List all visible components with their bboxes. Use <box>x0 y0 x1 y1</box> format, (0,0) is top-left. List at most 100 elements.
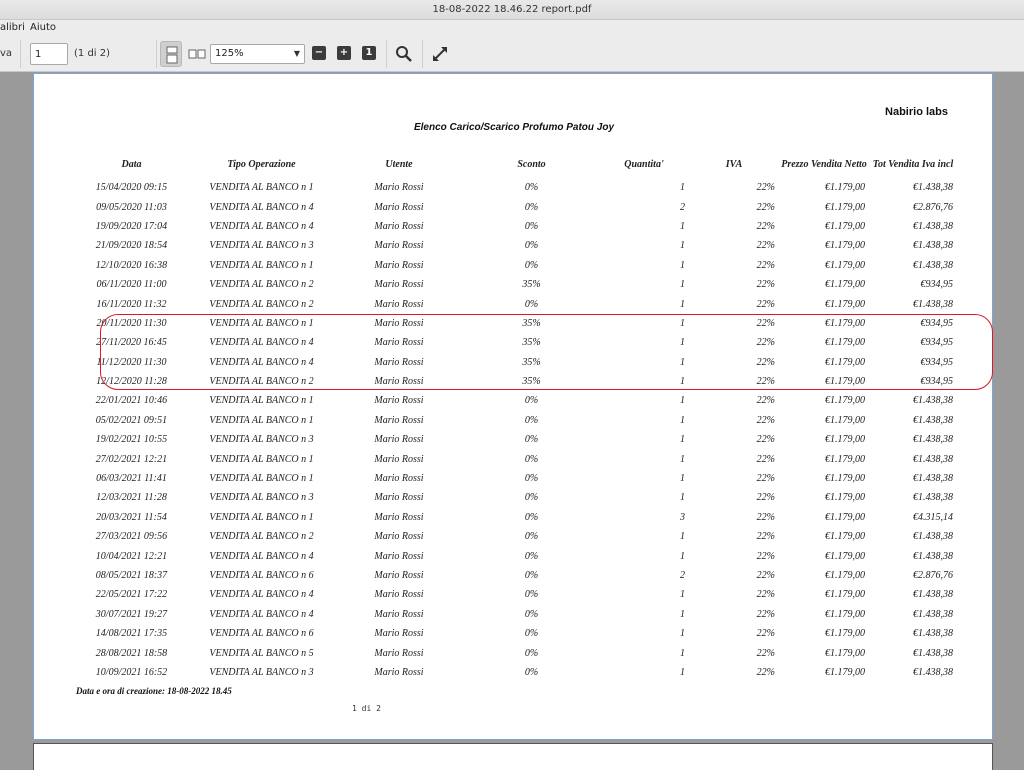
table-cell: 20/03/2021 11:54 <box>96 511 167 523</box>
table-header-row: Data Tipo Operazione Utente Sconto Quant… <box>74 152 957 178</box>
zoom-select[interactable]: 125% ▼ <box>210 44 305 64</box>
table-cell: €1.438,38 <box>913 647 953 659</box>
table-cell: Mario Rossi <box>374 666 424 678</box>
table-cell: 22% <box>756 259 775 271</box>
table-cell: Mario Rossi <box>374 589 424 601</box>
fullscreen-button[interactable] <box>430 44 450 64</box>
zoom-out-button[interactable]: − <box>312 46 326 60</box>
table-cell: Mario Rossi <box>374 414 424 426</box>
table-cell: 1 <box>680 240 685 252</box>
continuous-view-button[interactable] <box>160 41 182 67</box>
table-row: 28/08/2021 18:58 VENDITA AL BANCO n 5 Mari… <box>74 643 957 662</box>
window-title: 18-08-2022 18.46.22 report.pdf <box>432 4 592 15</box>
table-cell: €1.438,38 <box>913 298 953 310</box>
table-cell: 09/05/2020 11:03 <box>96 201 167 213</box>
table-cell: €1.438,38 <box>913 220 953 232</box>
zoom-value: 125% <box>215 48 244 59</box>
highlight-annotation <box>100 314 993 390</box>
table-cell: €1.179,00 <box>825 395 865 407</box>
table-cell: 0% <box>524 473 539 485</box>
table-cell: 0% <box>524 511 539 523</box>
table-cell: 22% <box>756 589 775 601</box>
table-cell: 1 <box>680 666 685 678</box>
page-count-label: (1 di 2) <box>74 48 111 59</box>
table-cell: 22% <box>756 647 775 659</box>
table-cell: Mario Rossi <box>374 511 424 523</box>
table-row: 27/02/2021 12:21 VENDITA AL BANCO n 1 Mari… <box>74 449 957 468</box>
column-header: Tot Vendita Iva incl <box>872 159 954 170</box>
table-cell: 0% <box>524 182 539 194</box>
page-number: 1 di 2 <box>352 704 381 713</box>
table-cell: €1.438,38 <box>913 259 953 271</box>
table-row: 16/11/2020 11:32 VENDITA AL BANCO n 2 Mari… <box>74 294 957 313</box>
document-viewer[interactable]: Nabirio labs Elenco Carico/Scarico Profu… <box>0 73 1024 770</box>
toolbar-separator <box>386 40 387 68</box>
table-row: 09/05/2020 11:03 VENDITA AL BANCO n 4 Mari… <box>74 197 957 216</box>
table-cell: 0% <box>524 570 539 581</box>
table-cell: €1.179,00 <box>825 453 865 465</box>
dual-page-icon <box>188 49 206 59</box>
table-cell: VENDITA AL BANCO n 6 <box>209 570 314 581</box>
table-cell: 1 <box>680 453 685 465</box>
table-cell: 22% <box>756 550 775 562</box>
table-cell: Mario Rossi <box>374 492 424 504</box>
table-cell: VENDITA AL BANCO n 1 <box>209 453 314 465</box>
toolbar-separator <box>156 40 157 68</box>
table-cell: €1.179,00 <box>825 240 865 252</box>
table-cell: €1.179,00 <box>825 414 865 426</box>
table-cell: 22% <box>756 492 775 504</box>
table-cell: VENDITA AL BANCO n 1 <box>209 473 314 485</box>
chevron-down-icon: ▼ <box>293 49 300 58</box>
table-cell: VENDITA AL BANCO n 4 <box>209 201 314 213</box>
table-cell: VENDITA AL BANCO n 3 <box>209 492 314 504</box>
table-cell: 27/03/2021 09:56 <box>95 531 168 543</box>
table-cell: €1.438,38 <box>913 666 953 678</box>
table-cell: VENDITA AL BANCO n 1 <box>209 511 314 523</box>
table-cell: €1.438,38 <box>913 608 953 620</box>
search-button[interactable] <box>394 44 414 64</box>
table-cell: 1 <box>680 608 685 620</box>
table-cell: 0% <box>524 589 539 601</box>
menu-item-libri[interactable]: alibri <box>0 22 25 33</box>
table-cell: 1 <box>680 220 685 232</box>
table-row: 19/09/2020 17:04 VENDITA AL BANCO n 4 Mari… <box>74 217 957 236</box>
table-cell: 0% <box>524 201 539 213</box>
table-cell: 0% <box>524 647 539 659</box>
column-header: Data <box>121 159 142 170</box>
table-cell: €1.438,38 <box>913 589 953 601</box>
table-cell: 12/03/2021 11:28 <box>96 492 167 504</box>
toolbar-separator <box>422 40 423 68</box>
table-cell: €1.179,00 <box>825 666 865 678</box>
table-row: 08/05/2021 18:37 VENDITA AL BANCO n 6 Mari… <box>74 566 957 585</box>
report-title: Elenco Carico/Scarico Profumo Patou Joy <box>413 122 615 133</box>
table-cell: Mario Rossi <box>374 453 424 465</box>
toolbar-cut-label[interactable]: va <box>0 48 12 59</box>
table-cell: 27/02/2021 12:21 <box>95 453 168 465</box>
table-cell: 0% <box>524 220 539 232</box>
menu-item-aiuto[interactable]: Aiuto <box>30 22 56 33</box>
table-cell: Mario Rossi <box>374 279 424 291</box>
table-row: 12/03/2021 11:28 VENDITA AL BANCO n 3 Mari… <box>74 488 957 507</box>
actual-size-button[interactable]: 1 <box>362 46 376 60</box>
table-cell: 30/07/2021 19:27 <box>95 608 168 620</box>
page-number-input[interactable] <box>30 43 68 65</box>
table-cell: VENDITA AL BANCO n 4 <box>209 589 314 601</box>
table-cell: 1 <box>680 550 685 562</box>
table-cell: €1.179,00 <box>825 220 865 232</box>
table-cell: 22/05/2021 17:22 <box>95 589 168 601</box>
table-row: 06/11/2020 11:00 VENDITA AL BANCO n 2 Mari… <box>74 275 957 294</box>
table-cell: Mario Rossi <box>374 608 424 620</box>
zoom-in-button[interactable]: + <box>337 46 351 60</box>
dual-page-view-button[interactable] <box>186 41 208 67</box>
table-cell: 12/10/2020 16:38 <box>95 259 168 271</box>
table-cell: 22% <box>756 240 775 252</box>
table-cell: 22% <box>756 511 775 523</box>
table-cell: 0% <box>524 434 539 446</box>
table-row: 19/02/2021 10:55 VENDITA AL BANCO n 3 Mari… <box>74 430 957 449</box>
table-cell: 22% <box>756 531 775 543</box>
table-cell: 21/09/2020 18:54 <box>95 240 168 252</box>
table-cell: 28/08/2021 18:58 <box>95 647 168 659</box>
menu-bar: alibri Aiuto <box>0 20 1024 36</box>
table-cell: Mario Rossi <box>374 298 424 310</box>
table-row: 27/03/2021 09:56 VENDITA AL BANCO n 2 Mari… <box>74 527 957 546</box>
